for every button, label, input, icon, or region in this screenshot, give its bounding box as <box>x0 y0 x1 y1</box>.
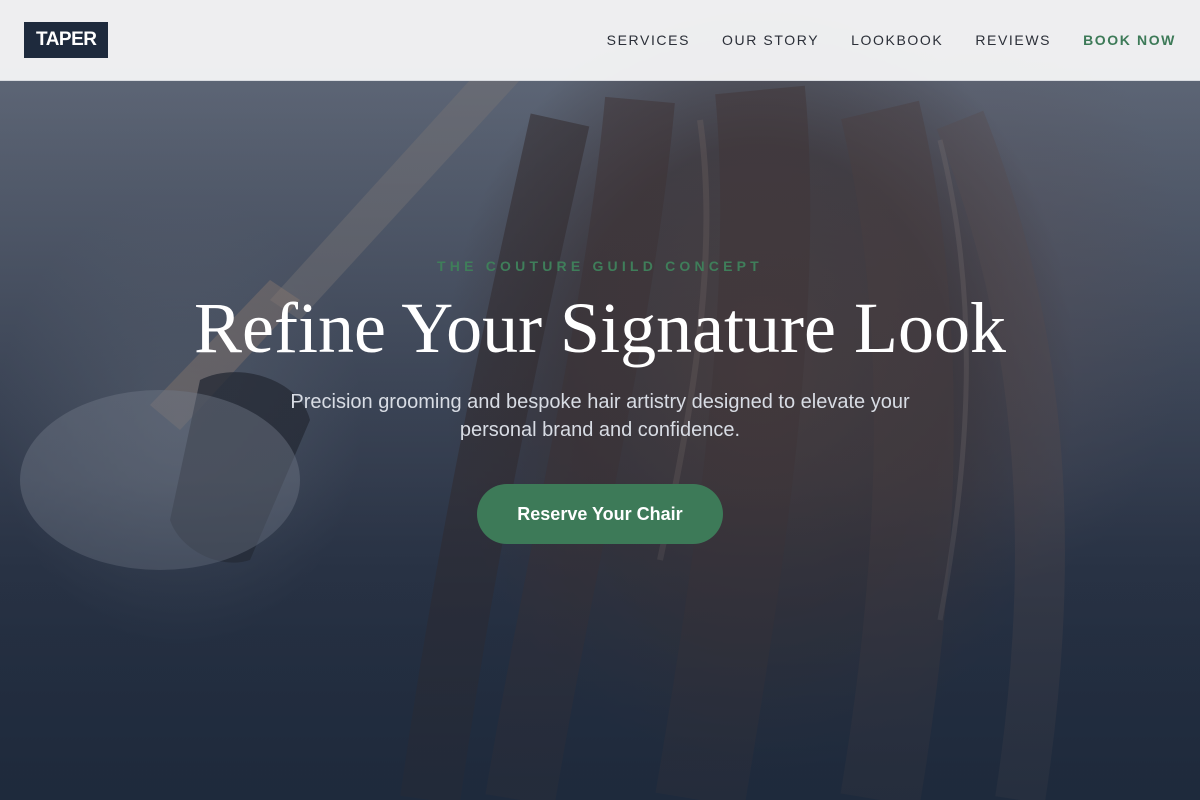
hero-content: THE COUTURE GUILD CONCEPT Refine Your Si… <box>0 0 1200 800</box>
hero-eyebrow: THE COUTURE GUILD CONCEPT <box>437 258 763 274</box>
hero-subtext: Precision grooming and bespoke hair arti… <box>290 391 910 441</box>
reserve-chair-button[interactable]: Reserve Your Chair <box>477 484 723 544</box>
hero-headline: Refine Your Signature Look <box>194 288 1006 368</box>
